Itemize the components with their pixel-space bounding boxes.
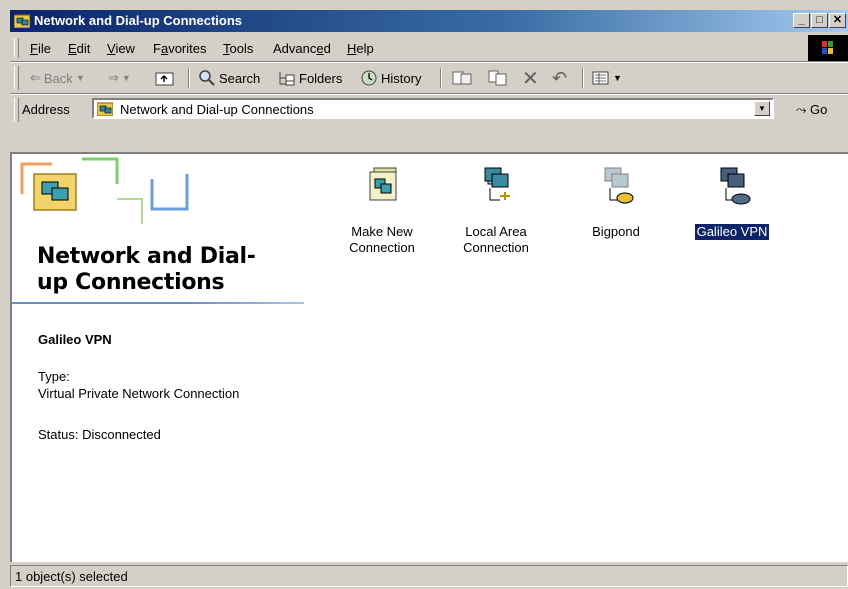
status-pane: 1 object(s) selected bbox=[10, 565, 848, 587]
selected-item-name: Galileo VPN bbox=[38, 332, 112, 347]
address-value: Network and Dial-up Connections bbox=[120, 102, 314, 117]
go-button[interactable]: ⤳ Go bbox=[796, 102, 827, 118]
search-button[interactable]: Search bbox=[198, 68, 260, 88]
move-to-button[interactable] bbox=[452, 68, 472, 88]
menu-edit[interactable]: Edit bbox=[68, 41, 90, 56]
copy-to-button[interactable] bbox=[488, 68, 508, 88]
toolbar-separator bbox=[582, 68, 584, 88]
icon-galileo-vpn[interactable]: Galileo VPN bbox=[682, 162, 782, 240]
network-folder-icon bbox=[97, 102, 113, 116]
delete-icon: ✕ bbox=[522, 67, 539, 90]
icon-local-area-connection[interactable]: Local Area Connection bbox=[446, 162, 546, 256]
address-bar: Address Network and Dial-up Connections … bbox=[10, 95, 848, 125]
status-info: Status: Disconnected bbox=[38, 427, 161, 442]
undo-icon: ↶ bbox=[552, 67, 568, 88]
back-arrow-icon: ⇐ bbox=[30, 70, 41, 85]
forward-arrow-icon: ⇒ bbox=[108, 70, 119, 85]
address-grip[interactable] bbox=[14, 98, 19, 122]
window-title: Network and Dial-up Connections bbox=[34, 13, 243, 28]
go-arrow-icon: ⤳ bbox=[796, 102, 807, 117]
chevron-down-icon: ▼ bbox=[613, 73, 622, 83]
vpn-connection-icon bbox=[720, 167, 751, 205]
undo-button[interactable]: ↶ bbox=[552, 68, 567, 88]
menu-tools[interactable]: Tools bbox=[223, 41, 253, 56]
copy-to-icon bbox=[488, 70, 507, 86]
standard-toolbar: ⇐ Back ▼ ⇒ ▼ Search Folders History ✕ ↶ … bbox=[10, 63, 848, 93]
up-folder-icon bbox=[155, 72, 174, 86]
address-label: Address bbox=[22, 102, 70, 117]
windows-logo bbox=[808, 35, 848, 61]
close-button[interactable]: ✕ bbox=[829, 13, 846, 28]
toolbar-grip[interactable] bbox=[14, 66, 19, 90]
history-button[interactable]: History bbox=[360, 68, 421, 88]
folder-view[interactable]: Network and Dial- up Connections Galileo… bbox=[10, 152, 848, 562]
make-new-connection-icon bbox=[369, 167, 397, 201]
lan-connection-icon bbox=[484, 167, 510, 201]
move-to-icon bbox=[452, 71, 472, 85]
maximize-button[interactable]: □ bbox=[811, 13, 828, 28]
menu-advanced[interactable]: Advanced bbox=[273, 41, 331, 56]
chevron-down-icon: ▼ bbox=[121, 73, 131, 83]
menu-grip[interactable] bbox=[14, 38, 19, 58]
type-label: Type: bbox=[38, 369, 70, 384]
icon-bigpond[interactable]: Bigpond bbox=[566, 162, 666, 240]
menu-help[interactable]: Help bbox=[347, 41, 374, 56]
up-folder-button[interactable] bbox=[155, 68, 175, 88]
address-dropdown-button[interactable]: ▼ bbox=[754, 101, 770, 116]
forward-button[interactable]: ⇒ ▼ bbox=[108, 68, 131, 88]
folders-button[interactable]: Folders bbox=[278, 68, 342, 88]
toolbar-separator bbox=[440, 68, 442, 88]
delete-button[interactable]: ✕ bbox=[522, 67, 539, 90]
views-icon bbox=[592, 71, 609, 85]
views-button[interactable]: ▼ bbox=[592, 68, 622, 88]
menu-favorites[interactable]: Favorites bbox=[153, 41, 206, 56]
back-button[interactable]: ⇐ Back ▼ bbox=[30, 68, 85, 88]
status-text: 1 object(s) selected bbox=[15, 569, 128, 584]
folders-icon bbox=[279, 72, 295, 86]
explorer-window: Network and Dial-up Connections _ □ ✕ Fi… bbox=[0, 0, 848, 589]
menu-view[interactable]: View bbox=[107, 41, 135, 56]
status-bar: 1 object(s) selected bbox=[10, 565, 848, 589]
dialup-connection-icon bbox=[604, 167, 634, 204]
toolbar-separator bbox=[188, 68, 190, 88]
network-folder-icon bbox=[14, 14, 30, 28]
panel-title-underline bbox=[12, 302, 304, 304]
type-value: Virtual Private Network Connection bbox=[38, 386, 240, 401]
menu-file[interactable]: File bbox=[30, 41, 51, 56]
search-icon bbox=[199, 70, 215, 86]
icon-make-new-connection[interactable]: Make New Connection bbox=[332, 162, 432, 256]
title-bar[interactable]: Network and Dial-up Connections _ □ ✕ bbox=[10, 10, 848, 32]
minimize-button[interactable]: _ bbox=[793, 13, 810, 28]
panel-title: Network and Dial- up Connections bbox=[37, 244, 256, 295]
chevron-down-icon: ▼ bbox=[75, 73, 85, 83]
menu-bar: File Edit View Favorites Tools Advanced … bbox=[10, 35, 848, 61]
history-icon bbox=[361, 70, 377, 86]
address-input[interactable]: Network and Dial-up Connections ▼ bbox=[92, 98, 774, 119]
